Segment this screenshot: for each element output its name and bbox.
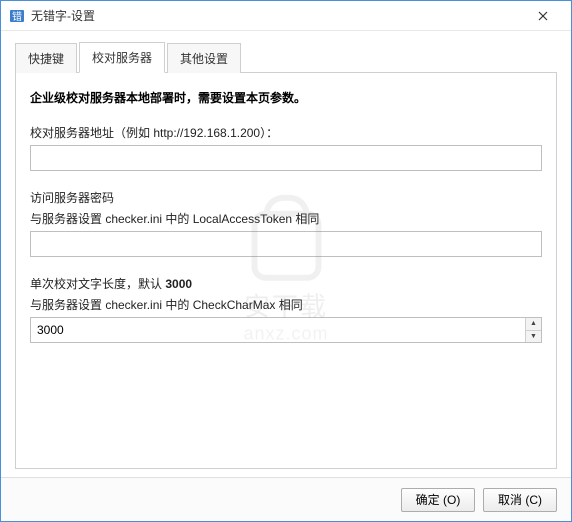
cancel-button[interactable]: 取消 (C) [483,488,557,512]
password-input[interactable] [30,231,542,257]
spinner-down-button[interactable]: ▼ [526,330,541,343]
server-address-label: 校对服务器地址（例如 http://192.168.1.200）： [30,124,542,141]
app-icon: 错 [9,8,25,24]
dialog-footer: 确定 (O) 取消 (C) [1,477,571,521]
chevron-up-icon: ▲ [530,320,537,327]
max-chars-input[interactable] [31,318,525,342]
max-chars-spinner[interactable]: ▲ ▼ [30,317,542,343]
max-chars-sublabel: 与服务器设置 checker.ini 中的 CheckCharMax 相同 [30,296,542,313]
panel-heading: 企业级校对服务器本地部署时，需要设置本页参数。 [30,89,542,106]
max-chars-label: 单次校对文字长度，默认 3000 [30,275,542,292]
tab-bar: 快捷键 校对服务器 其他设置 [15,41,557,72]
window-title: 无错字-设置 [31,7,523,24]
spinner-up-button[interactable]: ▲ [526,318,541,330]
tab-shortcuts[interactable]: 快捷键 [15,43,77,73]
max-chars-default: 3000 [165,277,192,291]
settings-panel: 企业级校对服务器本地部署时，需要设置本页参数。 校对服务器地址（例如 http:… [15,72,557,469]
max-chars-label-prefix: 单次校对文字长度，默认 [30,277,165,291]
tab-other-settings[interactable]: 其他设置 [167,43,241,73]
chevron-down-icon: ▼ [530,333,537,340]
svg-text:错: 错 [12,10,22,23]
password-sublabel: 与服务器设置 checker.ini 中的 LocalAccessToken 相… [30,210,542,227]
close-button[interactable] [523,2,563,30]
tab-proofreading-server[interactable]: 校对服务器 [79,42,165,73]
ok-button[interactable]: 确定 (O) [401,488,475,512]
close-icon [538,11,548,21]
titlebar: 错 无错字-设置 [1,1,571,31]
password-label: 访问服务器密码 [30,189,542,206]
server-address-input[interactable] [30,145,542,171]
